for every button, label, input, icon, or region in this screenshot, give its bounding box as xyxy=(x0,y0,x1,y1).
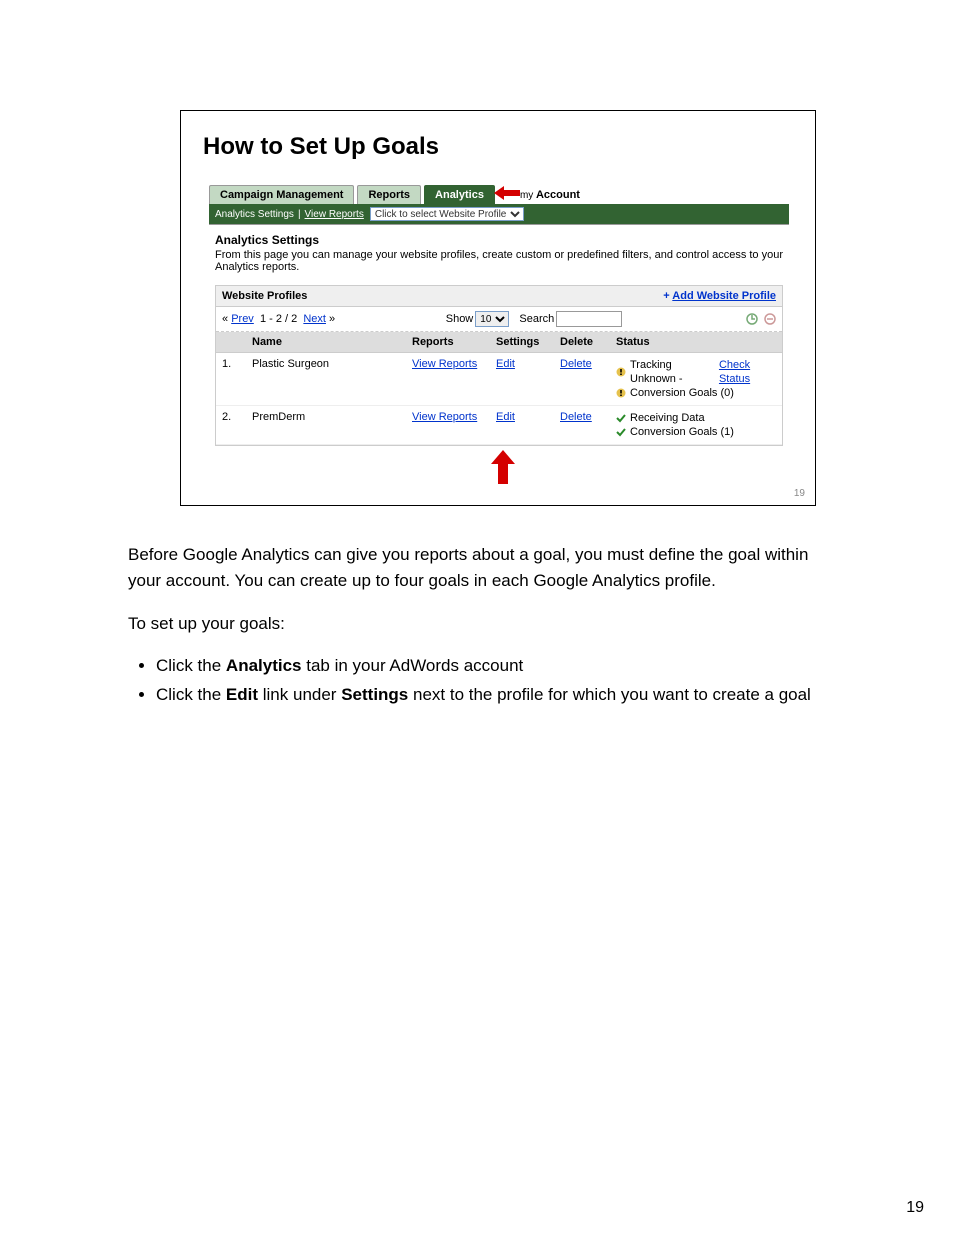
table-row: 2.PremDerm View Reports Edit Delete Receivin… xyxy=(216,406,782,445)
pager-lq: « xyxy=(222,313,228,325)
slide-page-number: 19 xyxy=(794,488,805,499)
page-number: 19 xyxy=(906,1199,924,1217)
status-text: Receiving Data xyxy=(630,411,705,425)
delete-icon[interactable] xyxy=(764,313,776,325)
check-icon xyxy=(616,413,626,423)
profiles-table-wrap: Website Profiles + Add Website Profile «… xyxy=(215,285,783,446)
subbar-view-reports[interactable]: View Reports xyxy=(305,209,364,220)
content-block: Analytics Settings From this page you ca… xyxy=(209,225,789,448)
subbar-settings[interactable]: Analytics Settings xyxy=(215,209,294,220)
steps-intro: To set up your goals: xyxy=(128,611,828,637)
col-status: Status xyxy=(610,332,782,353)
view-reports-link[interactable]: View Reports xyxy=(412,411,477,423)
refresh-icon[interactable] xyxy=(746,313,758,325)
check-icon xyxy=(616,427,626,437)
col-reports: Reports xyxy=(406,332,490,353)
tab-reports[interactable]: Reports xyxy=(357,185,421,204)
tab-campaign-management[interactable]: Campaign Management xyxy=(209,185,354,204)
analytics-screenshot: Campaign Management Reports Analytics my… xyxy=(209,185,789,487)
callout-arrow-icon xyxy=(494,186,520,200)
profiles-header-label: Website Profiles xyxy=(222,290,307,302)
pager-next[interactable]: Next xyxy=(303,313,326,325)
slide-frame: How to Set Up Goals Campaign Management … xyxy=(180,110,816,506)
show-select[interactable]: 10 xyxy=(475,311,509,327)
status-text: Tracking Unknown - xyxy=(630,358,715,386)
edit-link[interactable]: Edit xyxy=(496,358,515,370)
row-status: Tracking Unknown - Check StatusConversio… xyxy=(610,353,782,406)
section-heading: Analytics Settings xyxy=(215,233,783,247)
delete-link[interactable]: Delete xyxy=(560,411,592,423)
table-row: 1.Plastic Surgeon View Reports Edit Delete T… xyxy=(216,353,782,406)
intro-paragraph: Before Google Analytics can give you rep… xyxy=(128,542,828,595)
red-up-arrow-icon xyxy=(491,450,789,487)
slide-title: How to Set Up Goals xyxy=(203,133,797,161)
tab-row: Campaign Management Reports Analytics my… xyxy=(209,185,789,204)
step-2: Click the Edit link under Settings next … xyxy=(156,682,828,708)
check-status-link[interactable]: Check Status xyxy=(719,358,776,386)
search-input[interactable] xyxy=(556,311,622,327)
profile-select[interactable]: Click to select Website Profile xyxy=(370,207,524,221)
search-label: Search xyxy=(519,313,554,325)
warning-icon xyxy=(616,367,626,377)
row-num: 2. xyxy=(216,406,246,445)
tab-analytics[interactable]: Analytics xyxy=(424,185,495,204)
add-plus: + xyxy=(663,290,669,302)
tab-my-account[interactable]: my Account xyxy=(498,186,590,204)
pager-range: 1 - 2 / 2 xyxy=(260,313,297,325)
pager-prev[interactable]: Prev xyxy=(231,313,254,325)
pager-rq: » xyxy=(329,313,335,325)
step-1: Click the Analytics tab in your AdWords … xyxy=(156,653,828,679)
warning-icon xyxy=(616,388,626,398)
status-text: Conversion Goals (1) xyxy=(630,425,734,439)
col-name: Name xyxy=(246,332,406,353)
row-status: Receiving DataConversion Goals (1) xyxy=(610,406,782,445)
steps-list: Click the Analytics tab in your AdWords … xyxy=(128,653,828,709)
view-reports-link[interactable]: View Reports xyxy=(412,358,477,370)
profiles-table: Name Reports Settings Delete Status 1.Pl… xyxy=(216,332,782,445)
row-name: Plastic Surgeon xyxy=(246,353,406,406)
delete-link[interactable]: Delete xyxy=(560,358,592,370)
col-delete: Delete xyxy=(554,332,610,353)
section-desc: From this page you can manage your websi… xyxy=(215,249,783,273)
row-num: 1. xyxy=(216,353,246,406)
show-label: Show xyxy=(446,313,474,325)
col-num xyxy=(216,332,246,353)
tab-my-prefix: my xyxy=(520,190,533,201)
tab-account-label: Account xyxy=(536,189,580,201)
col-settings: Settings xyxy=(490,332,554,353)
body-text: Before Google Analytics can give you rep… xyxy=(128,542,828,709)
pager-row: « Prev 1 - 2 / 2 Next » Show 10 Search xyxy=(216,307,782,332)
row-name: PremDerm xyxy=(246,406,406,445)
add-website-profile-link[interactable]: Add Website Profile xyxy=(672,290,776,302)
status-text: Conversion Goals (0) xyxy=(630,386,734,400)
edit-link[interactable]: Edit xyxy=(496,411,515,423)
sub-bar: Analytics Settings | View Reports Click … xyxy=(209,204,789,225)
profiles-header: Website Profiles + Add Website Profile xyxy=(216,286,782,307)
